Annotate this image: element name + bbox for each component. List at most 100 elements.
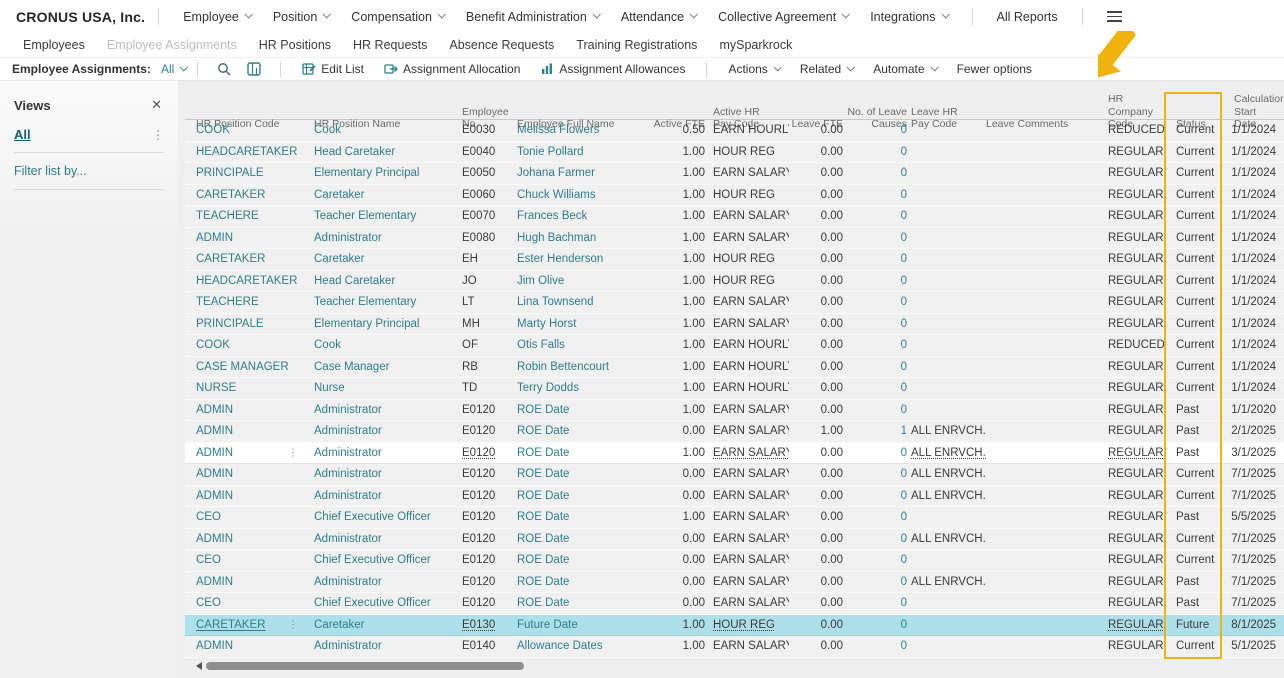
- cell-leave-causes[interactable]: 0: [847, 275, 911, 287]
- top-menu-position[interactable]: Position: [262, 10, 340, 24]
- cell-active-fte[interactable]: 1.00: [639, 404, 709, 416]
- all-reports-menu[interactable]: All Reports: [986, 10, 1069, 24]
- cell-pos-code[interactable]: HEADCARETAKER: [196, 146, 314, 158]
- cell-company-code[interactable]: REGULAR: [1104, 275, 1166, 287]
- cell-status[interactable]: Current: [1166, 124, 1218, 136]
- cell-leave-fte[interactable]: 1.00: [789, 425, 847, 437]
- cell-active-fte[interactable]: 1.00: [639, 253, 709, 265]
- cell-status[interactable]: Past: [1166, 447, 1218, 459]
- cell-active-fte[interactable]: 0.00: [639, 490, 709, 502]
- cell-emp-no[interactable]: E0120: [462, 511, 517, 523]
- cell-leave-fte[interactable]: 0.00: [789, 619, 847, 631]
- cell-status[interactable]: Current: [1166, 167, 1218, 179]
- cell-pos-name[interactable]: Head Caretaker: [314, 146, 462, 158]
- cell-pos-name[interactable]: Administrator: [314, 468, 462, 480]
- cell-company-code[interactable]: REDUCED: [1104, 339, 1166, 351]
- cell-calc-date[interactable]: 7/1/2025: [1218, 533, 1280, 545]
- cell-active-pay[interactable]: EARN SALARY: [709, 167, 789, 179]
- cell-pos-code[interactable]: ADMIN: [196, 232, 314, 244]
- cell-company-code[interactable]: REGULAR: [1104, 640, 1166, 652]
- cell-calc-date[interactable]: 7/1/2025: [1218, 554, 1280, 566]
- cell-active-fte[interactable]: 1.00: [639, 640, 709, 652]
- cell-leave-fte[interactable]: 0.00: [789, 232, 847, 244]
- cell-company-code[interactable]: REGULAR: [1104, 167, 1166, 179]
- cell-active-fte[interactable]: 0.50: [639, 124, 709, 136]
- table-row[interactable]: HEADCARETAKERHead CaretakerE0040Tonie Po…: [185, 142, 1284, 164]
- views-item-all[interactable]: All ⋮: [14, 127, 164, 153]
- cell-status[interactable]: Current: [1166, 189, 1218, 201]
- analyze-button[interactable]: [239, 62, 269, 76]
- cell-pos-code[interactable]: CEO: [196, 511, 314, 523]
- cell-active-pay[interactable]: EARN SALARY: [709, 576, 789, 588]
- cell-emp-name[interactable]: ROE Date: [517, 404, 639, 416]
- search-button[interactable]: [209, 62, 239, 76]
- cell-emp-no[interactable]: E0120: [462, 468, 517, 480]
- cell-emp-name[interactable]: ROE Date: [517, 468, 639, 480]
- cell-emp-no[interactable]: E0120: [462, 404, 517, 416]
- table-row[interactable]: HEADCARETAKERHead CaretakerJOJim Olive1.…: [185, 271, 1284, 293]
- cell-status[interactable]: Past: [1166, 425, 1218, 437]
- cell-active-fte[interactable]: 0.00: [639, 597, 709, 609]
- cell-emp-name[interactable]: Robin Bettencourt: [517, 361, 639, 373]
- cell-leave-causes[interactable]: 0: [847, 167, 911, 179]
- cell-leave-causes[interactable]: 0: [847, 533, 911, 545]
- cell-calc-date[interactable]: 8/1/2025: [1218, 619, 1280, 631]
- cell-company-code[interactable]: REGULAR: [1104, 468, 1166, 480]
- table-row[interactable]: ADMINAdministratorE0120ROE Date1.00EARN …: [185, 400, 1284, 422]
- cell-company-code[interactable]: REGULAR: [1104, 382, 1166, 394]
- cell-status[interactable]: Current: [1166, 318, 1218, 330]
- table-row[interactable]: PRINCIPALEElementary PrincipalMHMarty Ho…: [185, 314, 1284, 336]
- cell-status[interactable]: Future: [1166, 619, 1218, 631]
- cell-leave-fte[interactable]: 0.00: [789, 533, 847, 545]
- cell-leave-causes[interactable]: 0: [847, 339, 911, 351]
- cell-leave-fte[interactable]: 0.00: [789, 167, 847, 179]
- cell-pos-code[interactable]: TEACHERE: [196, 210, 314, 222]
- table-row[interactable]: CARETAKER⋮CaretakerE0130Future Date1.00H…: [185, 615, 1284, 637]
- cell-leave-causes[interactable]: 0: [847, 382, 911, 394]
- cell-pos-name[interactable]: Teacher Elementary: [314, 210, 462, 222]
- cell-emp-name[interactable]: Marty Horst: [517, 318, 639, 330]
- cell-leave-causes[interactable]: 0: [847, 447, 911, 459]
- cell-leave-fte[interactable]: 0.00: [789, 447, 847, 459]
- top-menu-compensation[interactable]: Compensation: [340, 10, 455, 24]
- cell-active-pay[interactable]: EARN SALARY: [709, 404, 789, 416]
- cell-calc-date[interactable]: 1/1/2024: [1218, 339, 1280, 351]
- cell-calc-date[interactable]: 3/1/2025: [1218, 447, 1280, 459]
- cell-company-code[interactable]: REGULAR: [1104, 554, 1166, 566]
- cell-leave-fte[interactable]: 0.00: [789, 640, 847, 652]
- table-row[interactable]: PRINCIPALEElementary PrincipalE0050Johan…: [185, 163, 1284, 185]
- table-row[interactable]: CEOChief Executive OfficerE0120ROE Date1…: [185, 507, 1284, 529]
- cell-leave-causes[interactable]: 0: [847, 404, 911, 416]
- cell-pos-name[interactable]: Administrator: [314, 640, 462, 652]
- cell-leave-causes[interactable]: 0: [847, 146, 911, 158]
- cell-calc-date[interactable]: 1/1/2024: [1218, 253, 1280, 265]
- cell-emp-name[interactable]: Hugh Bachman: [517, 232, 639, 244]
- cell-pos-code[interactable]: HEADCARETAKER: [196, 275, 314, 287]
- cell-emp-name[interactable]: ROE Date: [517, 597, 639, 609]
- cell-pos-name[interactable]: Chief Executive Officer: [314, 554, 462, 566]
- cell-active-fte[interactable]: 0.00: [639, 425, 709, 437]
- filter-list-by-link[interactable]: Filter list by...: [14, 164, 164, 190]
- cell-calc-date[interactable]: 7/1/2025: [1218, 468, 1280, 480]
- cell-leave-fte[interactable]: 0.00: [789, 318, 847, 330]
- cell-active-pay[interactable]: EARN SALARY: [709, 318, 789, 330]
- cell-status[interactable]: Past: [1166, 576, 1218, 588]
- cell-leave-causes[interactable]: 0: [847, 619, 911, 631]
- cell-emp-name[interactable]: ROE Date: [517, 447, 639, 459]
- cell-pos-code[interactable]: CARETAKER⋮: [196, 619, 314, 631]
- cell-active-fte[interactable]: 1.00: [639, 275, 709, 287]
- cell-emp-name[interactable]: Allowance Dates: [517, 640, 639, 652]
- top-menu-attendance[interactable]: Attendance: [610, 10, 707, 24]
- cell-active-pay[interactable]: EARN SALARY: [709, 533, 789, 545]
- cell-company-code[interactable]: REGULAR: [1104, 210, 1166, 222]
- cell-active-fte[interactable]: 1.00: [639, 210, 709, 222]
- cell-emp-name[interactable]: Future Date: [517, 619, 639, 631]
- cell-emp-no[interactable]: E0120: [462, 576, 517, 588]
- cell-leave-fte[interactable]: 0.00: [789, 339, 847, 351]
- top-menu-integrations[interactable]: Integrations: [859, 10, 958, 24]
- cell-active-pay[interactable]: EARN SALARY: [709, 468, 789, 480]
- cell-leave-fte[interactable]: 0.00: [789, 382, 847, 394]
- cell-status[interactable]: Current: [1166, 468, 1218, 480]
- cell-leave-causes[interactable]: 0: [847, 511, 911, 523]
- cell-status[interactable]: Current: [1166, 490, 1218, 502]
